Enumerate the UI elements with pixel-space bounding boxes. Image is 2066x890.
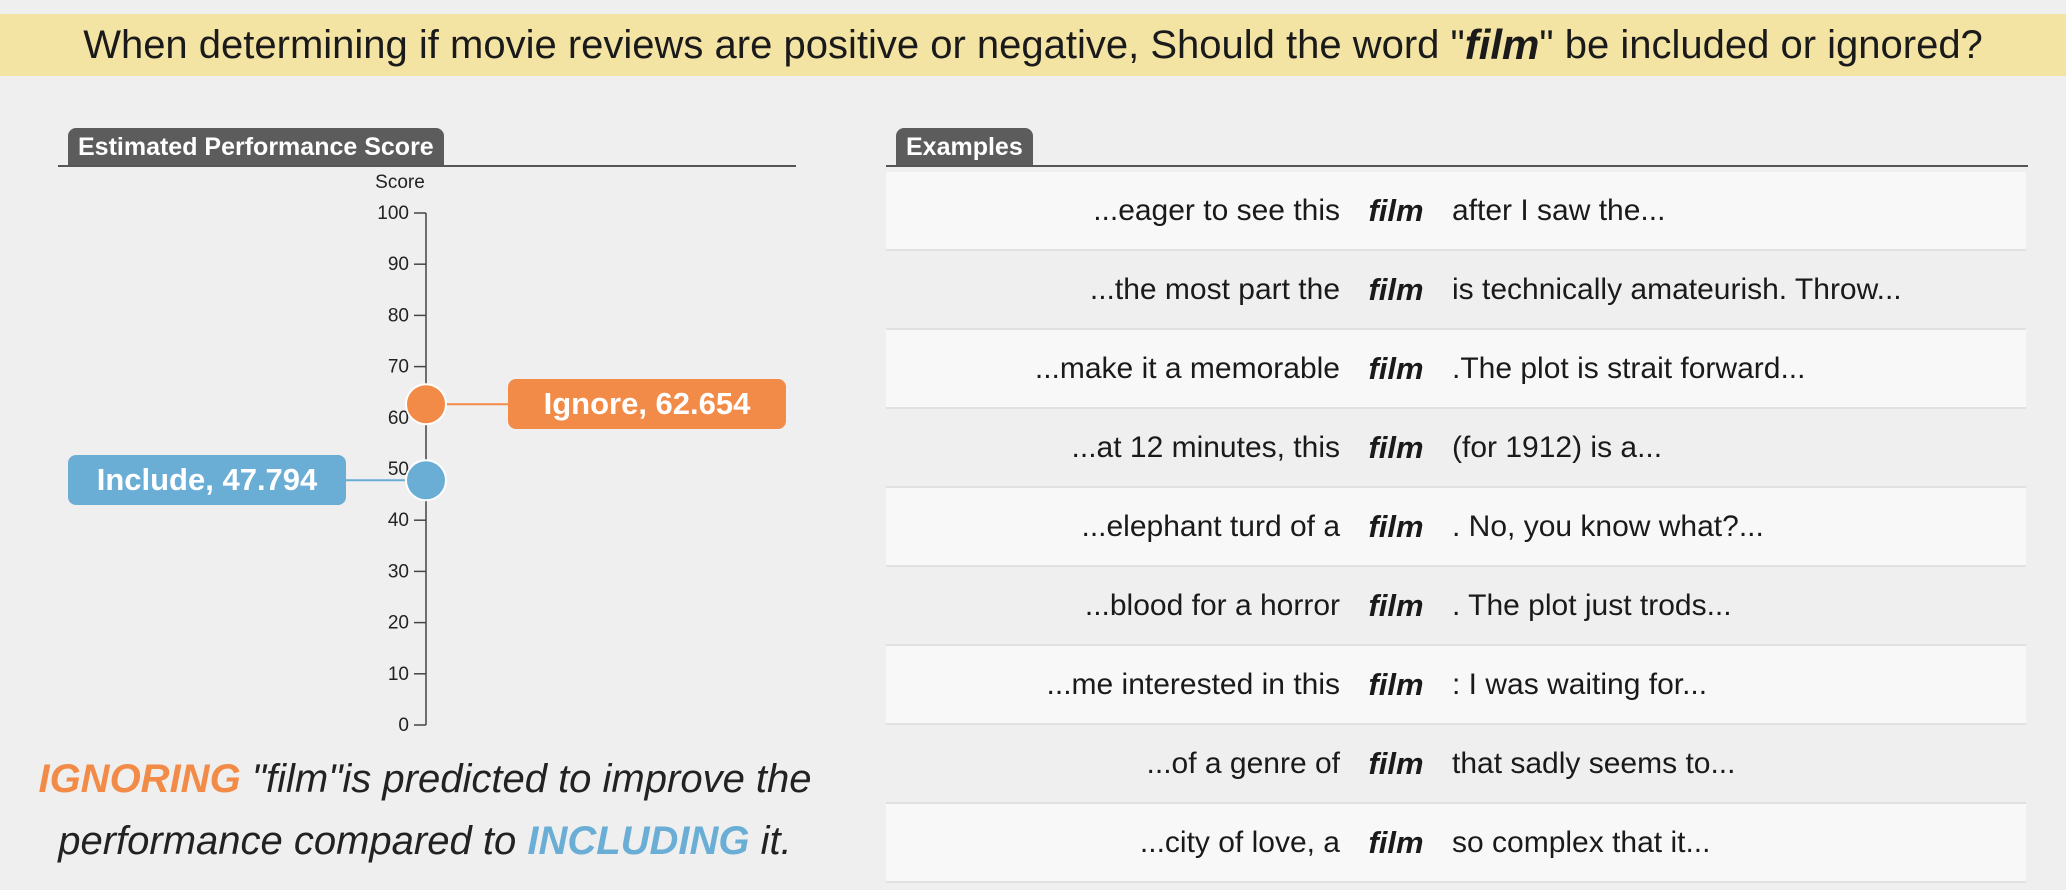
example-left-context: ...eager to see this [1093,193,1340,227]
y-tick-label: 20 [388,613,409,634]
conclusion-part2: performance compared to [58,819,528,863]
question-banner: When determining if movie reviews are po… [0,14,2066,76]
y-tick-label: 30 [388,561,409,582]
y-tick-label: 80 [388,305,409,326]
example-row: ...me interested in this film : I was wait… [886,646,2026,725]
example-left-context: ...elephant turd of a [1081,509,1340,543]
conclusion-include-word: INCLUDING [527,819,750,863]
example-right-context: .The plot is strait forward... [1452,351,1806,385]
y-tick-label: 70 [388,357,409,378]
question-suffix: " be included or ignored? [1539,22,1983,67]
point-label-ignore: Ignore, 62.654 [508,379,786,430]
y-tick-label: 100 [377,203,409,224]
question-prefix: When determining if movie reviews are po… [83,22,1465,67]
example-keyword: film [1368,824,1424,860]
example-keyword: film [1368,745,1424,781]
score-panel-tab: Estimated Performance Score [68,128,444,166]
y-tick-label: 40 [388,510,409,531]
example-keyword: film [1368,429,1424,465]
point-include [405,459,447,502]
example-left-context: ...city of love, a [1139,825,1340,859]
y-tick-label: 0 [398,715,409,736]
example-left-context: ...me interested in this [1046,667,1340,701]
example-keyword: film [1368,350,1424,386]
example-left-context: ...the most part the [1089,272,1340,306]
examples-panel-divider [886,165,2028,167]
example-row: ...of a genre of film that sadly seems to.… [886,725,2026,804]
y-axis-label: Score [375,172,425,193]
examples-panel-tab: Examples [896,128,1033,166]
example-row: ...make it a memorable film .The plot is s… [886,330,2026,409]
example-keyword: film [1368,508,1424,544]
example-left-context: ...make it a memorable [1034,351,1340,385]
example-right-context: . The plot just trods... [1452,588,1732,622]
example-right-context: : I was waiting for... [1452,667,1708,701]
score-panel-divider [58,165,796,167]
example-row: ...elephant turd of a film . No, you know … [886,488,2026,567]
example-left-context: ...of a genre of [1146,746,1340,780]
question-keyword: film [1464,21,1540,68]
example-left-context: ...at 12 minutes, this [1071,430,1340,464]
example-keyword: film [1368,192,1424,228]
example-row: ...city of love, a film so complex that it… [886,804,2026,883]
example-keyword: film [1368,666,1424,702]
conclusion-ignore-word: IGNORING [38,757,241,801]
example-row: ...the most part the film is technically a… [886,251,2026,330]
y-tick-label: 10 [388,664,409,685]
conclusion-part1: "film"is predicted to improve the [240,757,812,801]
example-row: ...blood for a horror film . The plot just… [886,567,2026,646]
example-right-context: (for 1912) is a... [1452,430,1663,464]
example-right-context: after I saw the... [1452,193,1666,227]
example-row: ...at 12 minutes, this film (for 1912) is … [886,409,2026,488]
y-tick-label: 60 [388,408,409,429]
example-right-context: that sadly seems to... [1452,746,1736,780]
example-right-context: so complex that it... [1452,825,1711,859]
examples-list: ...eager to see this film after I saw the.… [886,172,2026,883]
point-label-include: Include, 47.794 [68,455,346,506]
conclusion-part3: it. [749,819,792,863]
example-right-context: . No, you know what?... [1452,509,1764,543]
example-keyword: film [1368,587,1424,623]
example-keyword: film [1368,271,1424,307]
example-row: ...eager to see this film after I saw the.… [886,172,2026,251]
example-left-context: ...blood for a horror [1084,588,1340,622]
conclusion-text: IGNORING "film"is predicted to improve t… [0,748,850,872]
example-right-context: is technically amateurish. Throw... [1452,272,1902,306]
point-ignore [405,383,447,426]
y-tick-label: 90 [388,254,409,275]
